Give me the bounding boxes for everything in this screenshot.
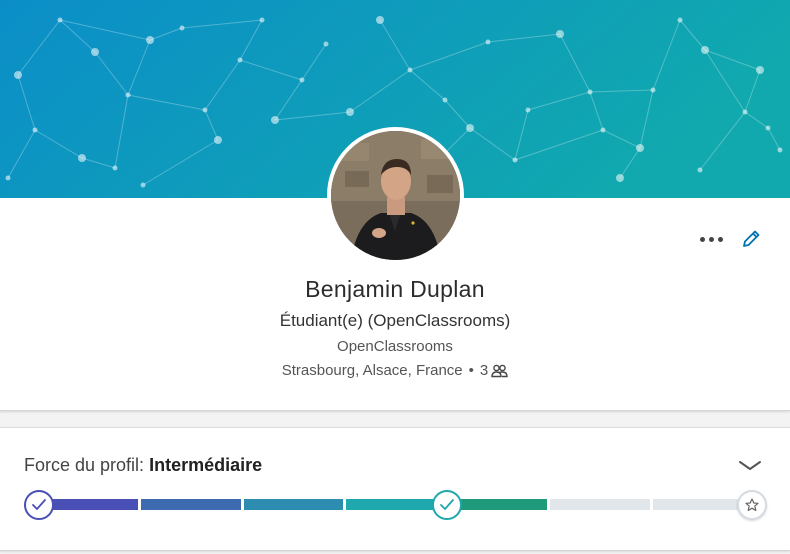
connections-count: 3 xyxy=(479,362,489,379)
network-node xyxy=(650,87,656,93)
network-node xyxy=(442,97,448,103)
network-node xyxy=(271,116,279,124)
network-node xyxy=(697,167,703,173)
pencil-icon xyxy=(743,230,760,247)
network-node xyxy=(299,77,305,83)
network-node xyxy=(112,165,118,171)
strength-segment xyxy=(243,499,343,510)
star-icon xyxy=(737,489,767,520)
profile-strength-meter xyxy=(0,485,790,525)
profile-strength-title: Force du profil: Intermédiaire xyxy=(24,455,262,476)
network-node xyxy=(179,25,185,31)
profile-strength-label: Force du profil: xyxy=(24,455,145,475)
check-circle-icon xyxy=(431,489,462,520)
network-node xyxy=(323,41,329,47)
profile-headline: Étudiant(e) (OpenClassrooms) xyxy=(279,311,511,330)
network-node xyxy=(259,17,265,23)
more-dots-icon xyxy=(699,236,705,242)
network-node xyxy=(376,16,384,24)
network-node xyxy=(556,30,564,38)
network-node xyxy=(466,124,474,132)
edit-profile-button[interactable] xyxy=(736,224,766,254)
network-node xyxy=(91,48,99,56)
connections-link[interactable]: 3 xyxy=(480,362,508,379)
network-node xyxy=(600,127,606,133)
meta-separator: • xyxy=(468,362,474,379)
network-node xyxy=(636,144,644,152)
network-node xyxy=(677,17,683,23)
profile-photo-image xyxy=(331,131,460,260)
network-node xyxy=(512,157,518,163)
expand-strength-button[interactable] xyxy=(736,456,764,476)
network-node xyxy=(756,66,764,74)
check-circle-icon xyxy=(24,489,54,520)
network-node xyxy=(32,127,38,133)
network-node xyxy=(777,147,783,153)
network-node xyxy=(742,109,748,115)
strength-segment xyxy=(141,499,241,510)
network-node xyxy=(57,17,63,23)
strength-segment xyxy=(448,499,548,510)
strength-segment xyxy=(345,499,446,510)
network-node xyxy=(525,107,531,113)
network-node xyxy=(701,46,709,54)
network-node xyxy=(616,174,624,182)
chevron-down-icon xyxy=(739,461,761,470)
network-node xyxy=(765,125,771,131)
network-node xyxy=(202,107,208,113)
profile-company[interactable]: OpenClassrooms xyxy=(0,338,790,355)
network-node xyxy=(237,57,243,63)
profile-location: Strasbourg, Alsace, France xyxy=(281,362,463,379)
network-node xyxy=(125,92,131,98)
strength-segment xyxy=(550,499,650,510)
network-node xyxy=(214,136,222,144)
people-icon xyxy=(491,364,508,378)
profile-strength-level: Intermédiaire xyxy=(149,455,263,475)
profile-photo[interactable] xyxy=(327,127,464,264)
network-node xyxy=(78,154,86,162)
network-node xyxy=(14,71,22,79)
more-actions-button[interactable] xyxy=(694,224,728,254)
network-node xyxy=(407,67,413,73)
network-node xyxy=(587,89,593,95)
network-node xyxy=(146,36,154,44)
network-node xyxy=(346,108,354,116)
profile-strength-card: Force du profil: Intermédiaire xyxy=(0,427,790,551)
profile-name: Benjamin Duplan xyxy=(305,276,485,302)
more-dot xyxy=(717,236,723,242)
network-node xyxy=(140,182,146,188)
profile-card: Benjamin Duplan Étudiant(e) (OpenClassro… xyxy=(0,0,790,411)
network-node xyxy=(5,175,11,181)
profile-meta-line: Strasbourg, Alsace, France • 3 xyxy=(0,362,790,379)
more-dot xyxy=(708,236,714,242)
network-node xyxy=(485,39,491,45)
